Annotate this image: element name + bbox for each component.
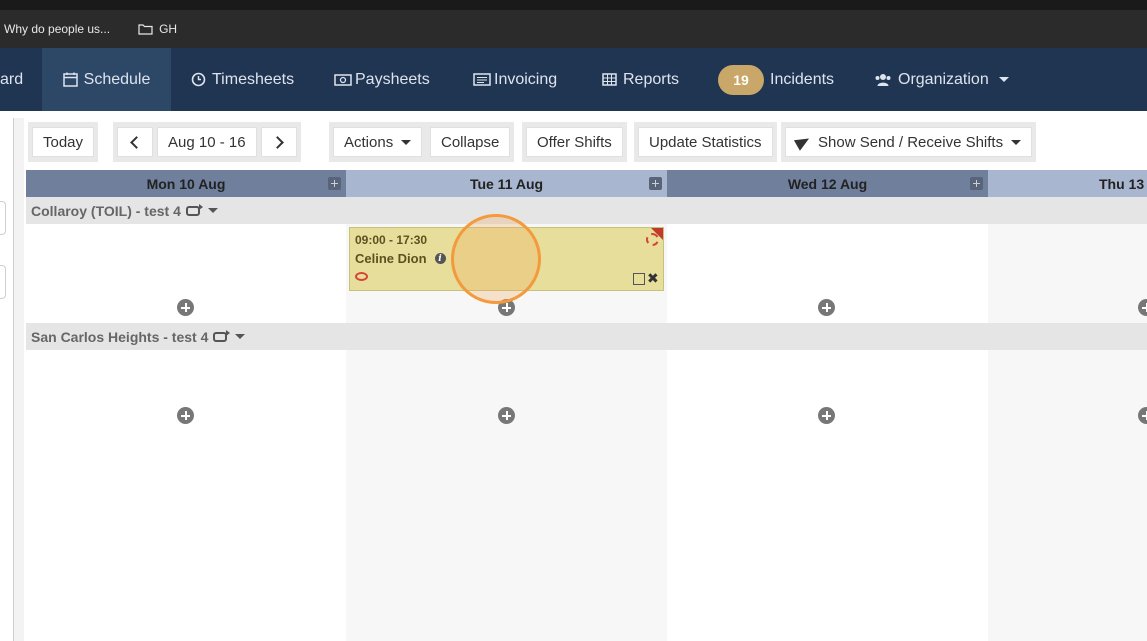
repeat-icon[interactable] [185, 203, 203, 216]
paper-plane-icon [793, 133, 813, 151]
incidents-count-badge: 19 [718, 64, 764, 95]
chevron-down-icon [401, 139, 412, 145]
comment-icon[interactable] [355, 272, 368, 281]
table-icon [602, 72, 617, 87]
location-group-row[interactable]: San Carlos Heights - test 4 [26, 323, 1147, 350]
nav-reports[interactable]: Reports [602, 48, 679, 111]
nav-timesheets[interactable]: Timesheets [191, 48, 294, 111]
close-icon[interactable]: ✖ [647, 271, 660, 285]
click-indicator [451, 214, 541, 304]
schedule-toolbar: Today Aug 10 - 16 Actions Collapse Offer… [24, 118, 1147, 170]
shift-employee: Celine Dion i [355, 251, 446, 266]
offer-shifts-button[interactable]: Offer Shifts [526, 127, 623, 157]
info-icon[interactable]: i [434, 253, 446, 264]
nav-organization-label: Organization [898, 70, 989, 88]
add-shift-button[interactable] [818, 299, 835, 316]
actions-button[interactable]: Actions [333, 127, 423, 157]
copy-icon[interactable] [633, 273, 645, 285]
day-header-label: Thu 13 [1099, 175, 1145, 192]
money-icon [334, 72, 352, 87]
left-sidebar [0, 118, 14, 641]
add-shift-button[interactable] [818, 407, 835, 424]
day-header: Mon 10 Aug [26, 170, 346, 197]
send-receive-label: Show Send / Receive Shifts [818, 133, 1004, 151]
add-shift-button[interactable] [498, 407, 515, 424]
add-day-icon[interactable] [649, 177, 662, 190]
day-header: Wed 12 Aug [667, 170, 988, 197]
next-week-button[interactable] [260, 127, 297, 157]
day-header-label: Tue 11 Aug [469, 175, 544, 192]
repeat-icon[interactable] [213, 329, 231, 342]
today-group: Today [28, 122, 99, 162]
bookmark-folder[interactable]: GH [138, 22, 177, 36]
bookmark-item[interactable]: Why do people us... [4, 22, 110, 36]
shift-time: 09:00 - 17:30 [355, 233, 428, 247]
send-receive-shifts-button[interactable]: Show Send / Receive Shifts [785, 127, 1033, 157]
folder-icon [138, 23, 153, 35]
chevron-down-icon[interactable] [235, 334, 246, 339]
nav-dashboard-label: ard [0, 70, 24, 88]
nav-incidents-label: Incidents [770, 70, 835, 88]
users-icon [874, 72, 892, 87]
calendar-icon [62, 72, 78, 87]
gear-icon[interactable] [646, 233, 659, 246]
day-header: Thu 13 [988, 170, 1147, 197]
prev-week-button[interactable] [117, 127, 153, 157]
chevron-left-icon [130, 135, 143, 149]
browser-top-strip [0, 0, 1147, 10]
offer-shifts-group: Offer Shifts [522, 122, 627, 162]
add-day-icon[interactable] [970, 177, 983, 190]
collapse-button[interactable]: Collapse [430, 127, 511, 157]
add-shift-button[interactable] [177, 299, 194, 316]
sidebar-handle[interactable] [0, 201, 6, 235]
bookmarks-bar: Why do people us... GH [0, 10, 1147, 48]
nav-schedule[interactable]: Schedule [42, 48, 171, 111]
shift-employee-name: Celine Dion [355, 251, 427, 266]
actions-group: Actions [329, 122, 427, 162]
chevron-down-icon[interactable] [207, 208, 218, 213]
nav-organization[interactable]: Organization [874, 48, 1009, 111]
day-header: Tue 11 Aug [346, 170, 667, 197]
nav-schedule-label: Schedule [83, 70, 151, 88]
day-header-label: Mon 10 Aug [146, 175, 226, 192]
nav-paysheets[interactable]: Paysheets [334, 48, 430, 111]
bookmark-folder-label: GH [159, 22, 178, 36]
schedule-calendar: Mon 10 Aug Tue 11 Aug Wed 12 Aug Thu 13 … [26, 170, 1147, 641]
clock-icon [191, 72, 206, 87]
nav-reports-label: Reports [623, 70, 680, 88]
location-group-row[interactable]: Collaroy (TOIL) - test 4 [26, 197, 1147, 224]
chevron-down-icon [998, 77, 1009, 82]
update-statistics-button[interactable]: Update Statistics [638, 127, 773, 157]
update-statistics-group: Update Statistics [634, 122, 777, 162]
chevron-right-icon [270, 135, 284, 149]
collapse-group: Collapse [426, 122, 515, 162]
nav-invoicing-label: Invoicing [494, 70, 558, 88]
nav-dashboard[interactable]: ard [0, 48, 30, 111]
day-header-label: Wed 12 Aug [787, 175, 868, 192]
nav-incidents[interactable]: 19 Incidents [718, 48, 834, 111]
date-range-button[interactable]: Aug 10 - 16 [157, 127, 257, 157]
actions-label: Actions [344, 133, 394, 151]
date-nav-group: Aug 10 - 16 [113, 122, 301, 162]
send-receive-group: Show Send / Receive Shifts [781, 122, 1037, 162]
chevron-down-icon [1011, 139, 1022, 145]
today-button[interactable]: Today [32, 127, 95, 157]
sidebar-gutter [14, 118, 24, 641]
nav-invoicing[interactable]: Invoicing [473, 48, 557, 111]
invoice-icon [473, 72, 491, 87]
add-shift-button[interactable] [177, 407, 194, 424]
nav-paysheets-label: Paysheets [355, 70, 430, 88]
location-group-name: San Carlos Heights - test 4 [31, 328, 209, 345]
main-navbar: ard Schedule Timesheets Paysheets Invoic… [0, 48, 1147, 111]
sidebar-handle[interactable] [0, 265, 6, 299]
nav-timesheets-label: Timesheets [212, 70, 295, 88]
day-column-thu[interactable] [988, 197, 1147, 641]
location-group-name: Collaroy (TOIL) - test 4 [31, 202, 181, 219]
add-day-icon[interactable] [328, 177, 341, 190]
